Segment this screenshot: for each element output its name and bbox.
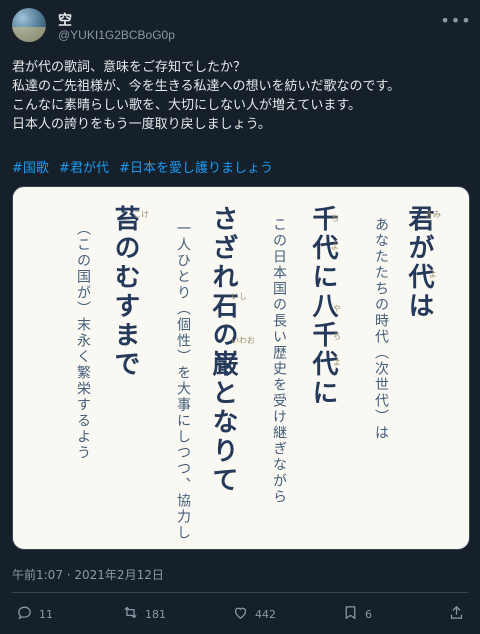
bookmark-count: 6 — [365, 607, 372, 621]
divider — [12, 592, 468, 593]
hashtags: #国歌 #君が代 #日本を愛し護りましょう — [12, 157, 279, 176]
post-timestamp[interactable]: 午前1:07 · 2021年2月12日 — [12, 566, 164, 583]
meaning-line: この日本国の長い歴史を受け継ぎながら — [271, 217, 287, 505]
post-line: 私達のご先祖様が、今を生きる私達への想いを紡いだ歌なのです。 — [12, 79, 401, 94]
like-button[interactable]: 442 — [232, 602, 276, 626]
post-line: 君が代の歌詞、意味をご存知でしたか？ — [12, 60, 247, 75]
ruby-text: いし — [231, 292, 247, 301]
ruby-text: きみ — [425, 210, 441, 219]
reply-button[interactable]: 11 — [16, 602, 53, 626]
reply-icon — [16, 604, 33, 624]
ruby-text: よ — [333, 358, 341, 367]
lyric-line: さざれ石の巌となりて — [208, 205, 238, 495]
post-line: こんなに素晴らしい歌を、大切にしない人が増えています。 — [12, 98, 362, 113]
share-icon — [448, 604, 465, 624]
ruby-text: ち — [331, 214, 339, 223]
meaning-line: 一人ひとり（個性）を大事にしつつ、協力し — [175, 221, 191, 541]
post-image[interactable]: 君が代は あなたたちの時代（次世代）は 千代に八千代に この日本国の長い歴史を受… — [12, 186, 470, 550]
user-handle[interactable]: @YUKI1G2BCBoG0p — [58, 28, 175, 42]
avatar[interactable] — [12, 8, 46, 42]
lyric-line: 苔のむすまで — [110, 205, 140, 379]
repost-button[interactable]: 181 — [122, 602, 166, 626]
repost-count: 181 — [145, 607, 166, 621]
hashtag-link[interactable]: #日本を愛し護りましょう — [119, 161, 273, 176]
more-options-icon[interactable]: ••• — [440, 8, 470, 32]
post-line: 日本人の誇りをもう一度取り戻しましょう。 — [12, 117, 271, 132]
hashtag-link[interactable]: #国歌 — [12, 161, 49, 176]
ruby-text: よ — [429, 270, 437, 279]
display-name[interactable]: 空 — [58, 10, 72, 30]
meaning-line: （この国が）末永く繁栄するよう — [75, 221, 91, 461]
ruby-text: や — [333, 304, 341, 313]
bookmark-icon — [342, 604, 359, 624]
post-text: 君が代の歌詞、意味をご存知でしたか？ 私達のご先祖様が、今を生きる私達への想いを… — [12, 58, 468, 134]
heart-icon — [232, 604, 249, 624]
ruby-text: こけ — [133, 210, 149, 219]
like-count: 442 — [255, 607, 276, 621]
lyric-line: 君が代は — [404, 205, 434, 321]
hashtag-link[interactable]: #君が代 — [59, 161, 109, 176]
action-bar: 11 181 442 6 — [12, 602, 468, 626]
bookmark-button[interactable]: 6 — [342, 602, 372, 626]
share-button[interactable] — [448, 602, 465, 626]
repost-icon — [122, 604, 139, 624]
ruby-text: いわお — [231, 336, 255, 345]
post-header: 空 @YUKI1G2BCBoG0p ••• — [12, 8, 471, 48]
ruby-text: ち — [333, 332, 341, 341]
ruby-text: よ — [331, 242, 339, 251]
meaning-line: あなたたちの時代（次世代）は — [373, 217, 389, 441]
reply-count: 11 — [39, 607, 53, 621]
